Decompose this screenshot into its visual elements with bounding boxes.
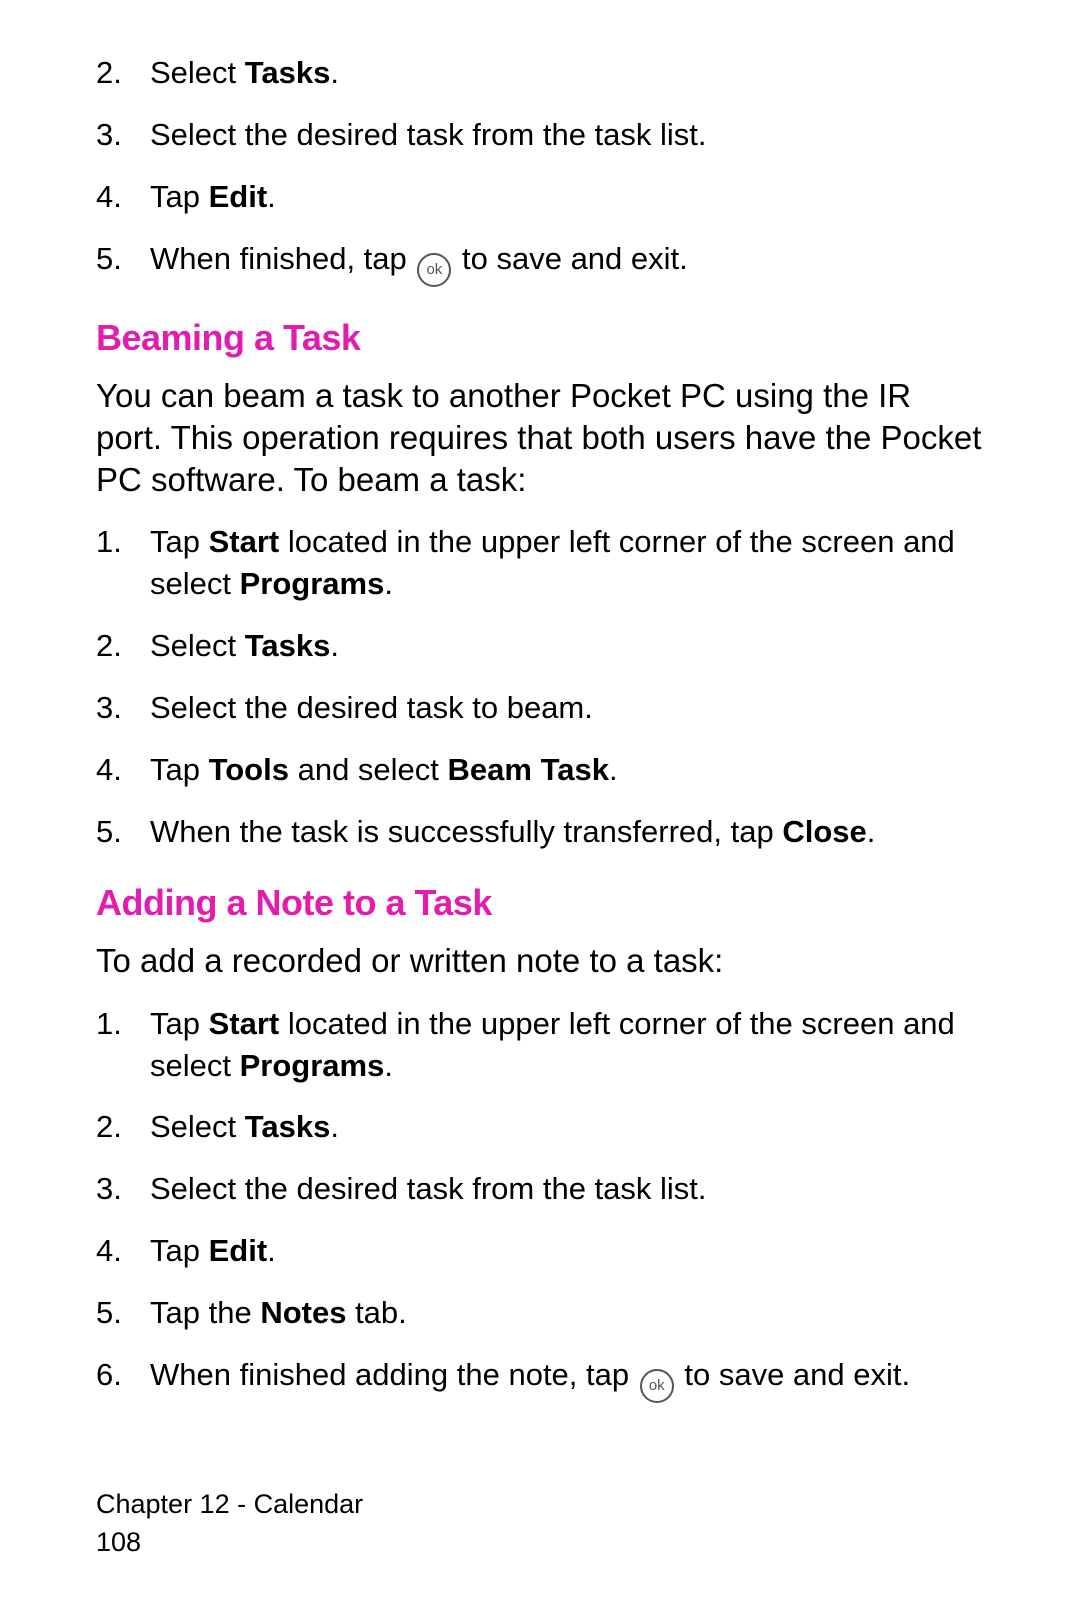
- step-text: Tap Start located in the upper left corn…: [150, 521, 984, 605]
- text-run: .: [384, 1048, 393, 1083]
- text-run: Select: [150, 628, 245, 663]
- step-text: Tap Edit.: [150, 1230, 984, 1272]
- step-number: 5.: [96, 1292, 150, 1334]
- page-footer: Chapter 12 - Calendar 108: [96, 1486, 363, 1562]
- step-text: Tap Tools and select Beam Task.: [150, 749, 984, 791]
- step-number: 5.: [96, 238, 150, 280]
- text-run: Tap: [150, 524, 209, 559]
- text-run: Select the desired task from the task li…: [150, 117, 707, 152]
- list-item: 3.Select the desired task from the task …: [96, 114, 984, 156]
- footer-chapter: Chapter 12 - Calendar: [96, 1486, 363, 1524]
- step-number: 4.: [96, 1230, 150, 1272]
- bold-text: Tools: [209, 752, 289, 787]
- step-number: 1.: [96, 1003, 150, 1045]
- text-run: .: [384, 566, 393, 601]
- step-number: 3.: [96, 114, 150, 156]
- step-text: Select the desired task to beam.: [150, 687, 984, 729]
- text-run: .: [267, 1233, 276, 1268]
- text-run: Select the desired task from the task li…: [150, 1171, 707, 1206]
- step-text: When the task is successfully transferre…: [150, 811, 984, 853]
- bold-text: Tasks: [245, 628, 331, 663]
- bold-text: Beam Task: [448, 752, 609, 787]
- bold-text: Programs: [240, 566, 385, 601]
- step-number: 4.: [96, 749, 150, 791]
- text-run: Tap the: [150, 1295, 260, 1330]
- bold-text: Start: [209, 524, 280, 559]
- text-run: Tap: [150, 752, 209, 787]
- text-run: .: [867, 814, 876, 849]
- list-item: 5.When finished, tap ok to save and exit…: [96, 238, 984, 287]
- bold-text: Edit: [209, 1233, 268, 1268]
- list-item: 1.Tap Start located in the upper left co…: [96, 521, 984, 605]
- ok-icon: ok: [640, 1369, 674, 1403]
- text-run: Select: [150, 1109, 245, 1144]
- heading-beaming-a-task: Beaming a Task: [96, 317, 984, 359]
- heading-adding-note: Adding a Note to a Task: [96, 882, 984, 924]
- footer-page-number: 108: [96, 1524, 363, 1562]
- step-number: 2.: [96, 625, 150, 667]
- step-text: Tap Start located in the upper left corn…: [150, 1003, 984, 1087]
- top-steps-list: 2.Select Tasks.3.Select the desired task…: [96, 52, 984, 287]
- list-item: 4.Tap Edit.: [96, 176, 984, 218]
- text-run: .: [330, 1109, 339, 1144]
- text-run: to save and exit.: [676, 1357, 910, 1392]
- text-run: .: [267, 179, 276, 214]
- ok-icon: ok: [417, 253, 451, 287]
- bold-text: Programs: [240, 1048, 385, 1083]
- list-item: 4.Tap Tools and select Beam Task.: [96, 749, 984, 791]
- text-run: Tap: [150, 179, 209, 214]
- step-text: When finished adding the note, tap ok to…: [150, 1354, 984, 1403]
- text-run: and select: [289, 752, 448, 787]
- list-item: 3.Select the desired task to beam.: [96, 687, 984, 729]
- bold-text: Tasks: [245, 1109, 331, 1144]
- step-text: Select Tasks.: [150, 52, 984, 94]
- step-text: When finished, tap ok to save and exit.: [150, 238, 984, 287]
- text-run: Select the desired task to beam.: [150, 690, 593, 725]
- step-number: 6.: [96, 1354, 150, 1396]
- step-text: Select Tasks.: [150, 1106, 984, 1148]
- step-number: 5.: [96, 811, 150, 853]
- step-number: 3.: [96, 1168, 150, 1210]
- text-run: to save and exit.: [453, 241, 687, 276]
- text-run: When the task is successfully transferre…: [150, 814, 782, 849]
- step-text: Select the desired task from the task li…: [150, 1168, 984, 1210]
- step-number: 2.: [96, 1106, 150, 1148]
- intro-adding-note: To add a recorded or written note to a t…: [96, 940, 984, 982]
- list-item: 3.Select the desired task from the task …: [96, 1168, 984, 1210]
- list-item: 1.Tap Start located in the upper left co…: [96, 1003, 984, 1087]
- step-text: Select the desired task from the task li…: [150, 114, 984, 156]
- text-run: Tap: [150, 1233, 209, 1268]
- list-item: 5.When the task is successfully transfer…: [96, 811, 984, 853]
- text-run: .: [330, 628, 339, 663]
- steps-beaming: 1.Tap Start located in the upper left co…: [96, 521, 984, 852]
- step-text: Select Tasks.: [150, 625, 984, 667]
- step-text: Tap Edit.: [150, 176, 984, 218]
- list-item: 4.Tap Edit.: [96, 1230, 984, 1272]
- text-run: .: [609, 752, 618, 787]
- text-run: When finished, tap: [150, 241, 415, 276]
- bold-text: Tasks: [245, 55, 331, 90]
- step-number: 1.: [96, 521, 150, 563]
- list-item: 5.Tap the Notes tab.: [96, 1292, 984, 1334]
- bold-text: Edit: [209, 179, 268, 214]
- list-item: 6.When finished adding the note, tap ok …: [96, 1354, 984, 1403]
- text-run: When finished adding the note, tap: [150, 1357, 638, 1392]
- list-item: 2.Select Tasks.: [96, 52, 984, 94]
- bold-text: Notes: [260, 1295, 346, 1330]
- text-run: Select: [150, 55, 245, 90]
- bold-text: Close: [782, 814, 866, 849]
- steps-adding-note: 1.Tap Start located in the upper left co…: [96, 1003, 984, 1403]
- text-run: tab.: [346, 1295, 406, 1330]
- list-item: 2.Select Tasks.: [96, 625, 984, 667]
- text-run: .: [330, 55, 339, 90]
- text-run: Tap: [150, 1006, 209, 1041]
- list-item: 2.Select Tasks.: [96, 1106, 984, 1148]
- intro-beaming: You can beam a task to another Pocket PC…: [96, 375, 984, 502]
- bold-text: Start: [209, 1006, 280, 1041]
- step-number: 4.: [96, 176, 150, 218]
- step-text: Tap the Notes tab.: [150, 1292, 984, 1334]
- document-page: 2.Select Tasks.3.Select the desired task…: [0, 0, 1080, 1622]
- step-number: 2.: [96, 52, 150, 94]
- step-number: 3.: [96, 687, 150, 729]
